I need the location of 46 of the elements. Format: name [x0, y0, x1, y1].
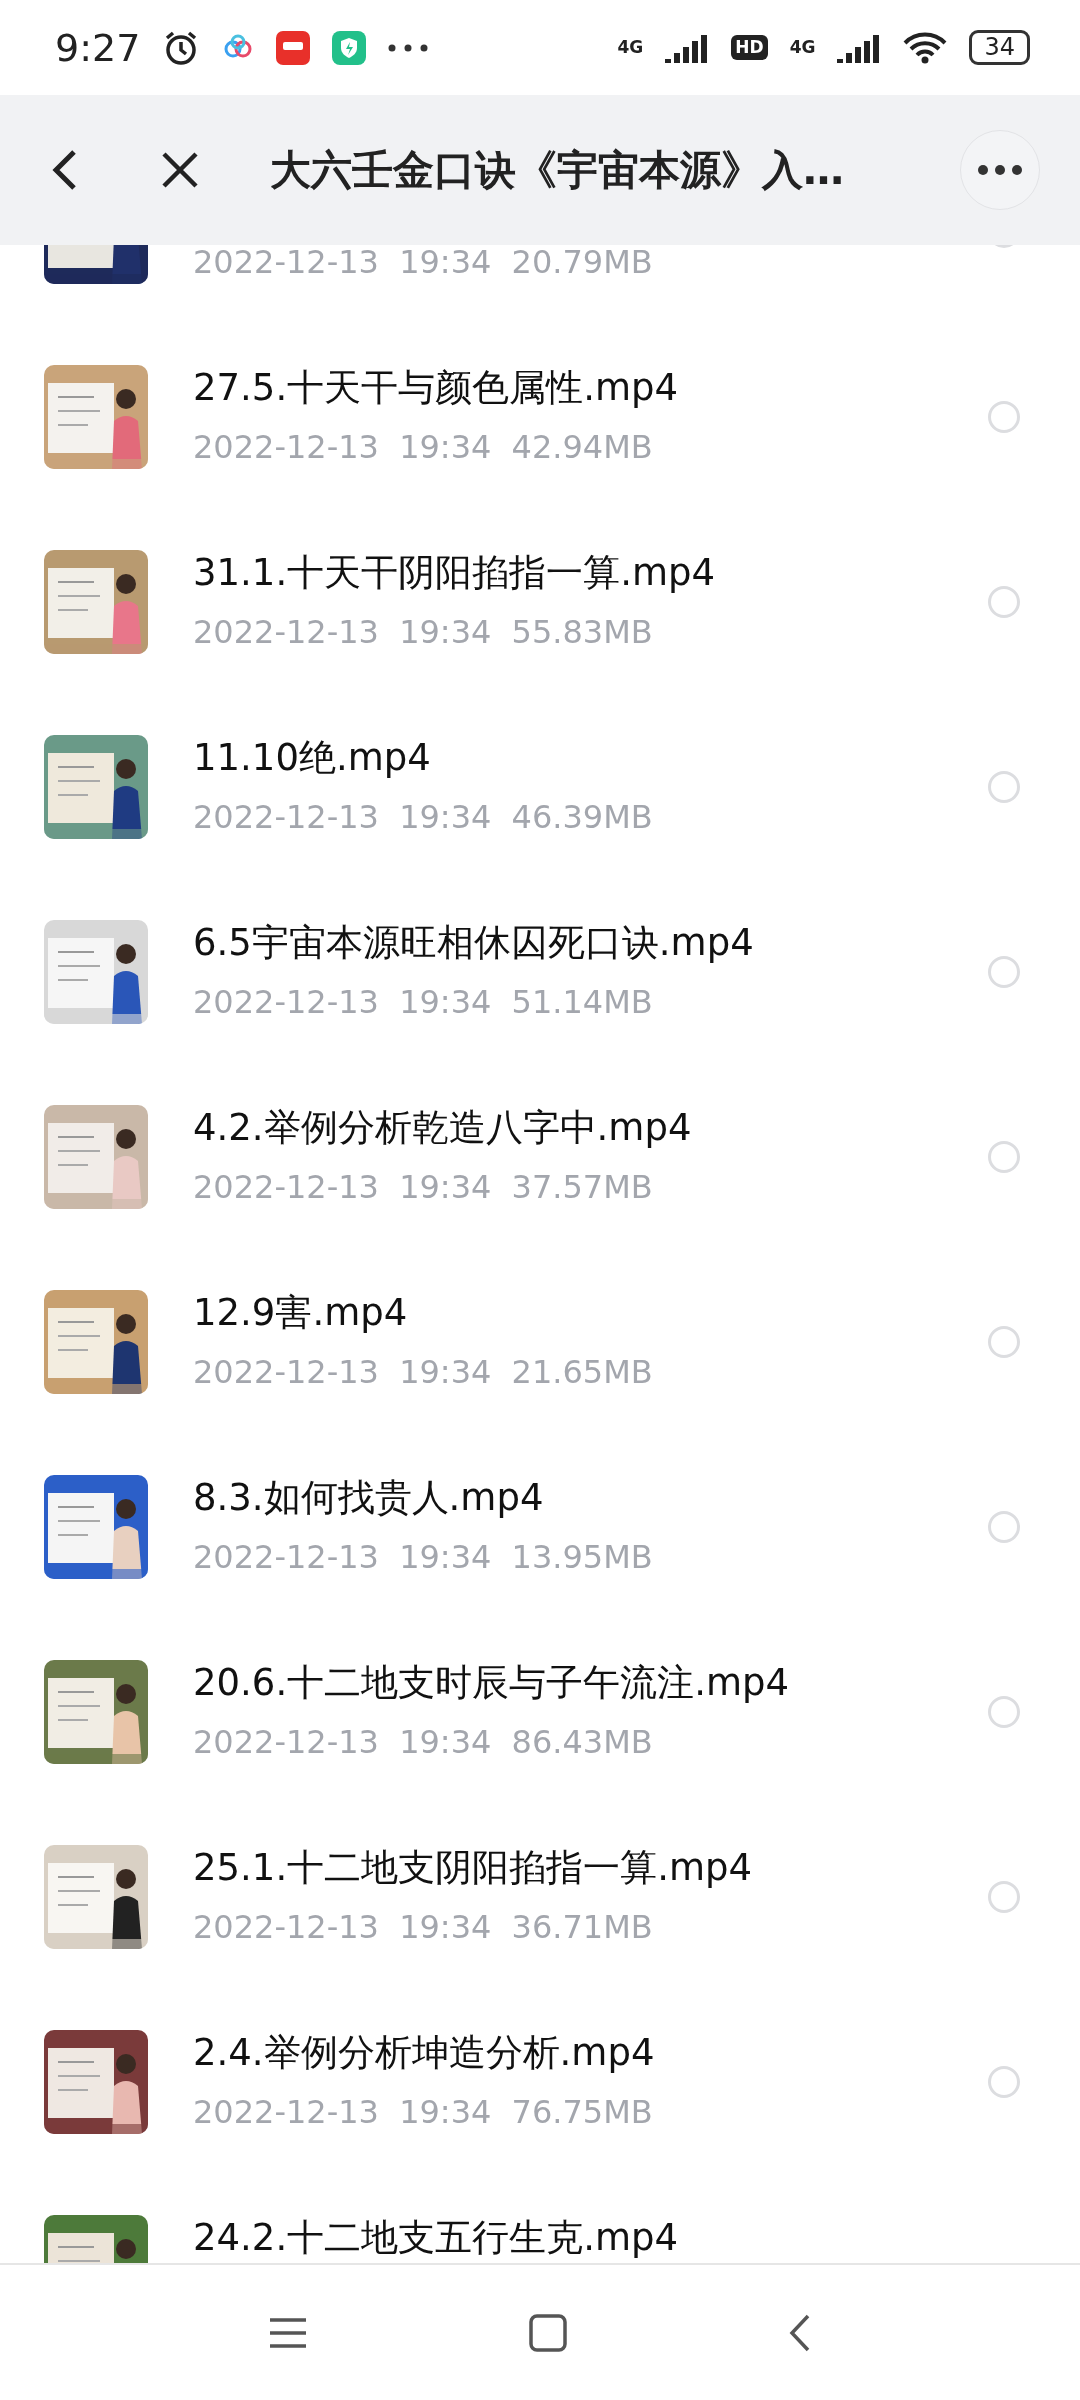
network-label: 4G	[789, 39, 816, 56]
file-details: 2022-12-13 19:34 42.94MB	[193, 427, 654, 468]
select-radio[interactable]	[988, 586, 1020, 618]
file-name[interactable]: 6.5宇宙本源旺相休囚死口诀.mp4	[193, 920, 988, 966]
select-radio[interactable]	[988, 956, 1020, 988]
file-name[interactable]: 12.9害.mp4	[193, 1290, 988, 1336]
select-radio[interactable]	[988, 1881, 1020, 1913]
select-radio[interactable]	[988, 1141, 1020, 1173]
battery-level: 34	[969, 30, 1030, 65]
select-radio[interactable]	[988, 2066, 1020, 2098]
file-details: 2022-12-13 19:34 46.39MB	[193, 797, 654, 838]
file-name[interactable]: 24.2.十二地支五行生克.mp4	[193, 2215, 1080, 2261]
file-name[interactable]: 20.6.十二地支时辰与子午流注.mp4	[193, 1660, 988, 1706]
status-time: 9:27	[55, 25, 141, 70]
file-details: 2022-12-13 19:34 55.83MB	[193, 612, 654, 653]
file-name[interactable]: 31.1.十天干阴阳掐指一算.mp4	[193, 550, 988, 596]
select-radio[interactable]	[988, 771, 1020, 803]
hd-badge: HD	[731, 35, 768, 60]
more-icon[interactable]	[978, 165, 1022, 175]
file-name[interactable]: 25.1.十二地支阴阳掐指一算.mp4	[193, 1845, 988, 1891]
file-name[interactable]: 11.10绝.mp4	[193, 735, 988, 781]
file-details: 2022-12-13 19:34 21.65MB	[193, 1352, 654, 1393]
file-details: 2022-12-13 19:34 76.75MB	[193, 2092, 654, 2133]
shield-app-icon	[332, 30, 367, 65]
wifi-icon	[903, 30, 948, 65]
file-details: 2022-12-13 19:34 36.71MB	[193, 1907, 654, 1948]
select-radio[interactable]	[988, 1696, 1020, 1728]
select-radio[interactable]	[988, 401, 1020, 433]
select-radio[interactable]	[988, 1326, 1020, 1358]
file-details: 2022-12-13 19:34 37.57MB	[193, 1167, 654, 1208]
more-icon	[388, 43, 429, 52]
select-radio[interactable]	[988, 1511, 1020, 1543]
signal-icon	[665, 32, 710, 63]
news-app-icon	[276, 30, 311, 65]
file-details: 2022-12-13 19:34 86.43MB	[193, 1722, 654, 1763]
file-name[interactable]: 2.4.举例分析坤造分析.mp4	[193, 2030, 988, 2076]
file-details: 2022-12-13 19:34 13.95MB	[193, 1537, 654, 1578]
file-name[interactable]: 27.5.十天干与颜色属性.mp4	[193, 365, 988, 411]
network-label: 4G	[617, 39, 644, 56]
file-details: 2022-12-13 19:34 20.79MB	[193, 245, 654, 283]
file-name[interactable]: 4.2.举例分析乾造八字中.mp4	[193, 1105, 988, 1151]
file-details: 2022-12-13 19:34 51.14MB	[193, 982, 654, 1023]
page-title: 大六壬金口诀《宇宙本源》入…	[270, 144, 845, 196]
close-icon[interactable]	[160, 150, 200, 190]
file-name[interactable]: 8.3.如何找贵人.mp4	[193, 1475, 988, 1521]
signal-icon	[837, 32, 882, 63]
